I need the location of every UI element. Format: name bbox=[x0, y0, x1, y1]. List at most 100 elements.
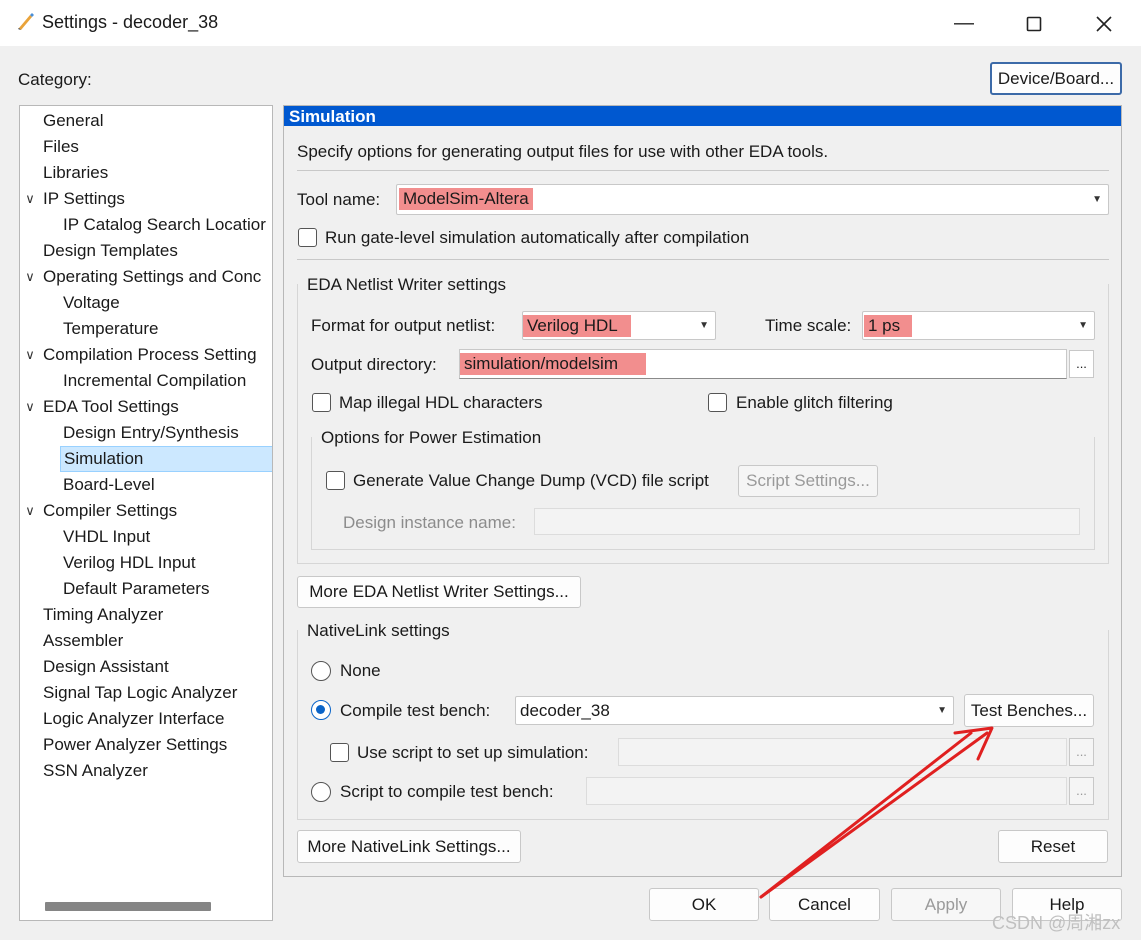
panel-title: Simulation bbox=[289, 107, 376, 126]
tree-item[interactable]: VHDL Input bbox=[63, 524, 150, 550]
tool-name-select[interactable]: ModelSim-Altera ▼ bbox=[396, 184, 1109, 215]
format-select[interactable]: Verilog HDL ▼ bbox=[522, 311, 716, 340]
script-compile-radio[interactable] bbox=[311, 782, 331, 802]
time-scale-value: 1 ps bbox=[864, 315, 912, 337]
output-dir-browse-button[interactable]: ... bbox=[1069, 350, 1094, 378]
tree-item-label: Files bbox=[43, 137, 79, 156]
vcd-checkbox[interactable] bbox=[326, 471, 345, 490]
none-label: None bbox=[340, 661, 381, 680]
tree-item[interactable]: Verilog HDL Input bbox=[63, 550, 196, 576]
tree-item-label: Libraries bbox=[43, 163, 109, 182]
divider bbox=[297, 259, 1109, 260]
use-script-label: Use script to set up simulation: bbox=[357, 743, 589, 762]
run-gate-level-checkbox[interactable] bbox=[298, 228, 317, 247]
tree-item[interactable]: Power Analyzer Settings bbox=[43, 732, 227, 758]
tree-horizontal-scrollbar[interactable] bbox=[45, 902, 211, 911]
tree-item[interactable]: IP Catalog Search Locatior bbox=[63, 212, 266, 238]
more-nativelink-settings-button[interactable]: More NativeLink Settings... bbox=[297, 830, 521, 863]
divider bbox=[297, 170, 1109, 171]
tree-item[interactable]: Temperature bbox=[63, 316, 158, 342]
ok-button[interactable]: OK bbox=[649, 888, 759, 921]
tree-item[interactable]: ∨ Operating Settings and Conc bbox=[25, 264, 262, 290]
tree-item[interactable]: ∨ Compilation Process Setting bbox=[25, 342, 257, 368]
chevron-down-icon: ▼ bbox=[1078, 320, 1088, 331]
app-icon bbox=[16, 11, 36, 31]
panel-description: Specify options for generating output fi… bbox=[297, 142, 829, 161]
output-dir-field[interactable]: simulation/modelsim bbox=[459, 349, 1067, 379]
tree-item-label: VHDL Input bbox=[63, 527, 151, 546]
tree-item[interactable]: ∨ EDA Tool Settings bbox=[25, 394, 179, 420]
tree-item[interactable]: Files bbox=[43, 134, 79, 160]
compile-test-bench-label: Compile test bench: bbox=[340, 701, 491, 720]
tree-item[interactable]: SSN Analyzer bbox=[43, 758, 148, 784]
chevron-down-icon: ▼ bbox=[1092, 194, 1102, 205]
time-scale-select[interactable]: 1 ps ▼ bbox=[862, 311, 1095, 340]
tree-item-label: Compilation Process Setting bbox=[43, 345, 257, 364]
chevron-down-icon[interactable]: ∨ bbox=[22, 264, 38, 290]
design-instance-label: Design instance name: bbox=[343, 513, 516, 532]
minimize-icon[interactable]: — bbox=[941, 8, 987, 38]
tree-item[interactable]: Board-Level bbox=[63, 472, 155, 498]
tree-item[interactable]: ∨ Compiler Settings bbox=[25, 498, 178, 524]
category-label: Category: bbox=[18, 70, 92, 89]
tree-item[interactable]: Design Assistant bbox=[43, 654, 169, 680]
tree-item[interactable]: Timing Analyzer bbox=[43, 602, 163, 628]
tree-item-label: Signal Tap Logic Analyzer bbox=[43, 683, 238, 702]
category-tree[interactable]: General Files Libraries ∨ IP Settings IP Cata… bbox=[19, 105, 273, 921]
tree-item[interactable]: Default Parameters bbox=[63, 576, 209, 602]
tree-item[interactable]: ∨ IP Settings bbox=[25, 186, 125, 212]
device-board-button[interactable]: Device/Board... bbox=[990, 62, 1122, 95]
format-value: Verilog HDL bbox=[523, 315, 631, 337]
tree-item-label: Design Templates bbox=[43, 241, 178, 260]
tree-item-label: General bbox=[43, 111, 104, 130]
tree-item[interactable]: Assembler bbox=[43, 628, 123, 654]
tree-item-label: Operating Settings and Conc bbox=[43, 267, 262, 286]
compile-test-bench-radio[interactable] bbox=[311, 700, 331, 720]
tree-item[interactable]: Voltage bbox=[63, 290, 120, 316]
map-illegal-checkbox[interactable] bbox=[312, 393, 331, 412]
tree-item[interactable]: Signal Tap Logic Analyzer bbox=[43, 680, 237, 706]
glitch-filtering-checkbox[interactable] bbox=[708, 393, 727, 412]
script-settings-button[interactable]: Script Settings... bbox=[738, 465, 878, 497]
tree-item[interactable]: Incremental Compilation bbox=[63, 368, 246, 394]
use-script-field[interactable] bbox=[618, 738, 1067, 766]
tree-item-label: Temperature bbox=[63, 319, 159, 338]
time-scale-label: Time scale: bbox=[765, 316, 852, 335]
compile-test-bench-select[interactable]: decoder_38 ▼ bbox=[515, 696, 954, 725]
tree-item[interactable]: Design Entry/Synthesis bbox=[63, 420, 239, 446]
tree-item[interactable]: Simulation bbox=[60, 446, 272, 472]
none-radio[interactable] bbox=[311, 661, 331, 681]
reset-button[interactable]: Reset bbox=[998, 830, 1108, 863]
script-compile-browse-button[interactable]: ... bbox=[1069, 777, 1094, 805]
design-instance-field[interactable] bbox=[534, 508, 1080, 535]
chevron-down-icon[interactable]: ∨ bbox=[22, 342, 38, 368]
tree-item-label: Compiler Settings bbox=[43, 501, 178, 520]
tree-item[interactable]: Logic Analyzer Interface bbox=[43, 706, 224, 732]
chevron-down-icon[interactable]: ∨ bbox=[22, 394, 38, 420]
tree-item[interactable]: General bbox=[43, 108, 103, 134]
tree-item-label: Timing Analyzer bbox=[43, 605, 164, 624]
cancel-button[interactable]: Cancel bbox=[769, 888, 880, 921]
more-netlist-settings-button[interactable]: More EDA Netlist Writer Settings... bbox=[297, 576, 581, 608]
tree-item-label: Logic Analyzer Interface bbox=[43, 709, 225, 728]
script-compile-field[interactable] bbox=[586, 777, 1067, 805]
chevron-down-icon[interactable]: ∨ bbox=[22, 498, 38, 524]
tool-name-label: Tool name: bbox=[297, 190, 381, 209]
output-dir-label: Output directory: bbox=[311, 355, 437, 374]
tree-item-label: IP Catalog Search Locatior bbox=[63, 215, 266, 234]
tree-item-label: Voltage bbox=[63, 293, 120, 312]
glitch-filtering-label: Enable glitch filtering bbox=[736, 393, 893, 412]
tree-item-label: Default Parameters bbox=[63, 579, 210, 598]
tree-item-label: Power Analyzer Settings bbox=[43, 735, 228, 754]
tree-item[interactable]: Libraries bbox=[43, 160, 108, 186]
tree-item-label: EDA Tool Settings bbox=[43, 397, 179, 416]
use-script-browse-button[interactable]: ... bbox=[1069, 738, 1094, 766]
close-icon[interactable] bbox=[1081, 8, 1127, 38]
chevron-down-icon[interactable]: ∨ bbox=[22, 186, 38, 212]
test-benches-button[interactable]: Test Benches... bbox=[964, 694, 1094, 727]
tree-item-label: Board-Level bbox=[63, 475, 155, 494]
tree-item[interactable]: Design Templates bbox=[43, 238, 178, 264]
use-script-checkbox[interactable] bbox=[330, 743, 349, 762]
apply-button[interactable]: Apply bbox=[891, 888, 1001, 921]
maximize-icon[interactable] bbox=[1011, 8, 1057, 38]
